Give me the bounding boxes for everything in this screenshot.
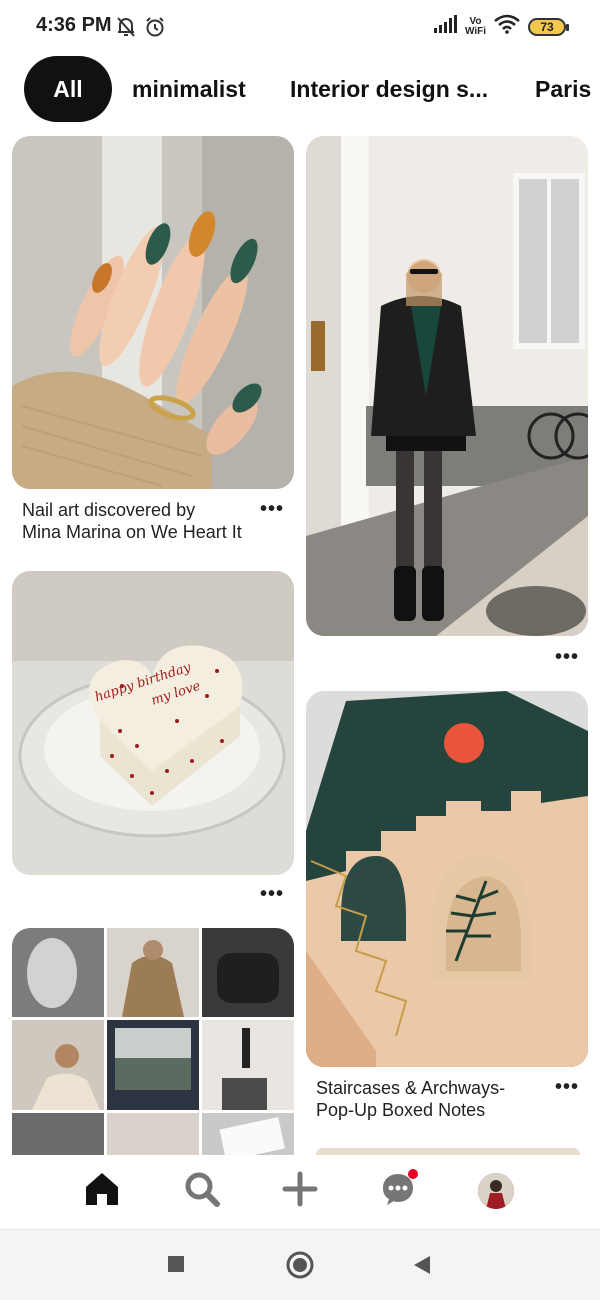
nav-home[interactable]: [82, 1171, 122, 1211]
create-icon: [282, 1171, 318, 1212]
more-options-icon[interactable]: •••: [555, 646, 579, 669]
nav-create[interactable]: [280, 1171, 320, 1211]
mute-bell-icon: [116, 16, 136, 43]
bottom-nav: [0, 1155, 600, 1229]
more-options-icon[interactable]: •••: [260, 498, 284, 521]
pin-nail-art-image[interactable]: [12, 136, 294, 489]
recent-apps-icon[interactable]: [166, 1254, 186, 1279]
wifi-icon: [494, 14, 520, 39]
chip-all[interactable]: All: [24, 56, 112, 122]
more-options-icon[interactable]: •••: [555, 1076, 579, 1099]
filter-chips: All minimalist Interior design s... Pari…: [0, 56, 600, 122]
battery-icon: 73: [528, 17, 569, 36]
notification-badge: [408, 1169, 418, 1179]
nav-messages[interactable]: [378, 1169, 418, 1211]
vowifi-indicator: Vo WiFi: [464, 15, 486, 37]
status-bar: 4:36 PM Vo WiFi 73: [0, 0, 600, 56]
nav-search[interactable]: [182, 1171, 222, 1211]
pin-staircases-caption[interactable]: Staircases & Archways- Pop-Up Boxed Note…: [316, 1077, 536, 1121]
pin-heart-cake-image[interactable]: happy birthday my love: [12, 571, 294, 875]
alarm-icon: [144, 16, 166, 43]
nav-profile[interactable]: [476, 1171, 516, 1211]
search-icon: [184, 1171, 220, 1212]
home-circle-icon[interactable]: [286, 1251, 314, 1284]
pin-staircases-image[interactable]: [306, 691, 588, 1067]
signal-icon: [433, 15, 457, 38]
pin-fashion-image[interactable]: [306, 136, 588, 636]
profile-avatar: [478, 1173, 514, 1209]
pin-next-preview[interactable]: [316, 1148, 580, 1155]
more-options-icon[interactable]: •••: [260, 883, 284, 906]
home-icon: [83, 1171, 121, 1212]
back-icon[interactable]: [412, 1254, 432, 1281]
status-time: 4:36 PM: [36, 14, 112, 36]
pin-collage-image[interactable]: [12, 928, 294, 1155]
chip-paris[interactable]: Paris: [535, 56, 591, 122]
chip-minimalist[interactable]: minimalist: [132, 56, 246, 122]
system-nav-bar: [0, 1229, 600, 1300]
chip-interior-design[interactable]: Interior design s...: [290, 56, 488, 122]
pin-nail-art-caption[interactable]: Nail art discovered by Mina Marina on We…: [22, 499, 252, 543]
